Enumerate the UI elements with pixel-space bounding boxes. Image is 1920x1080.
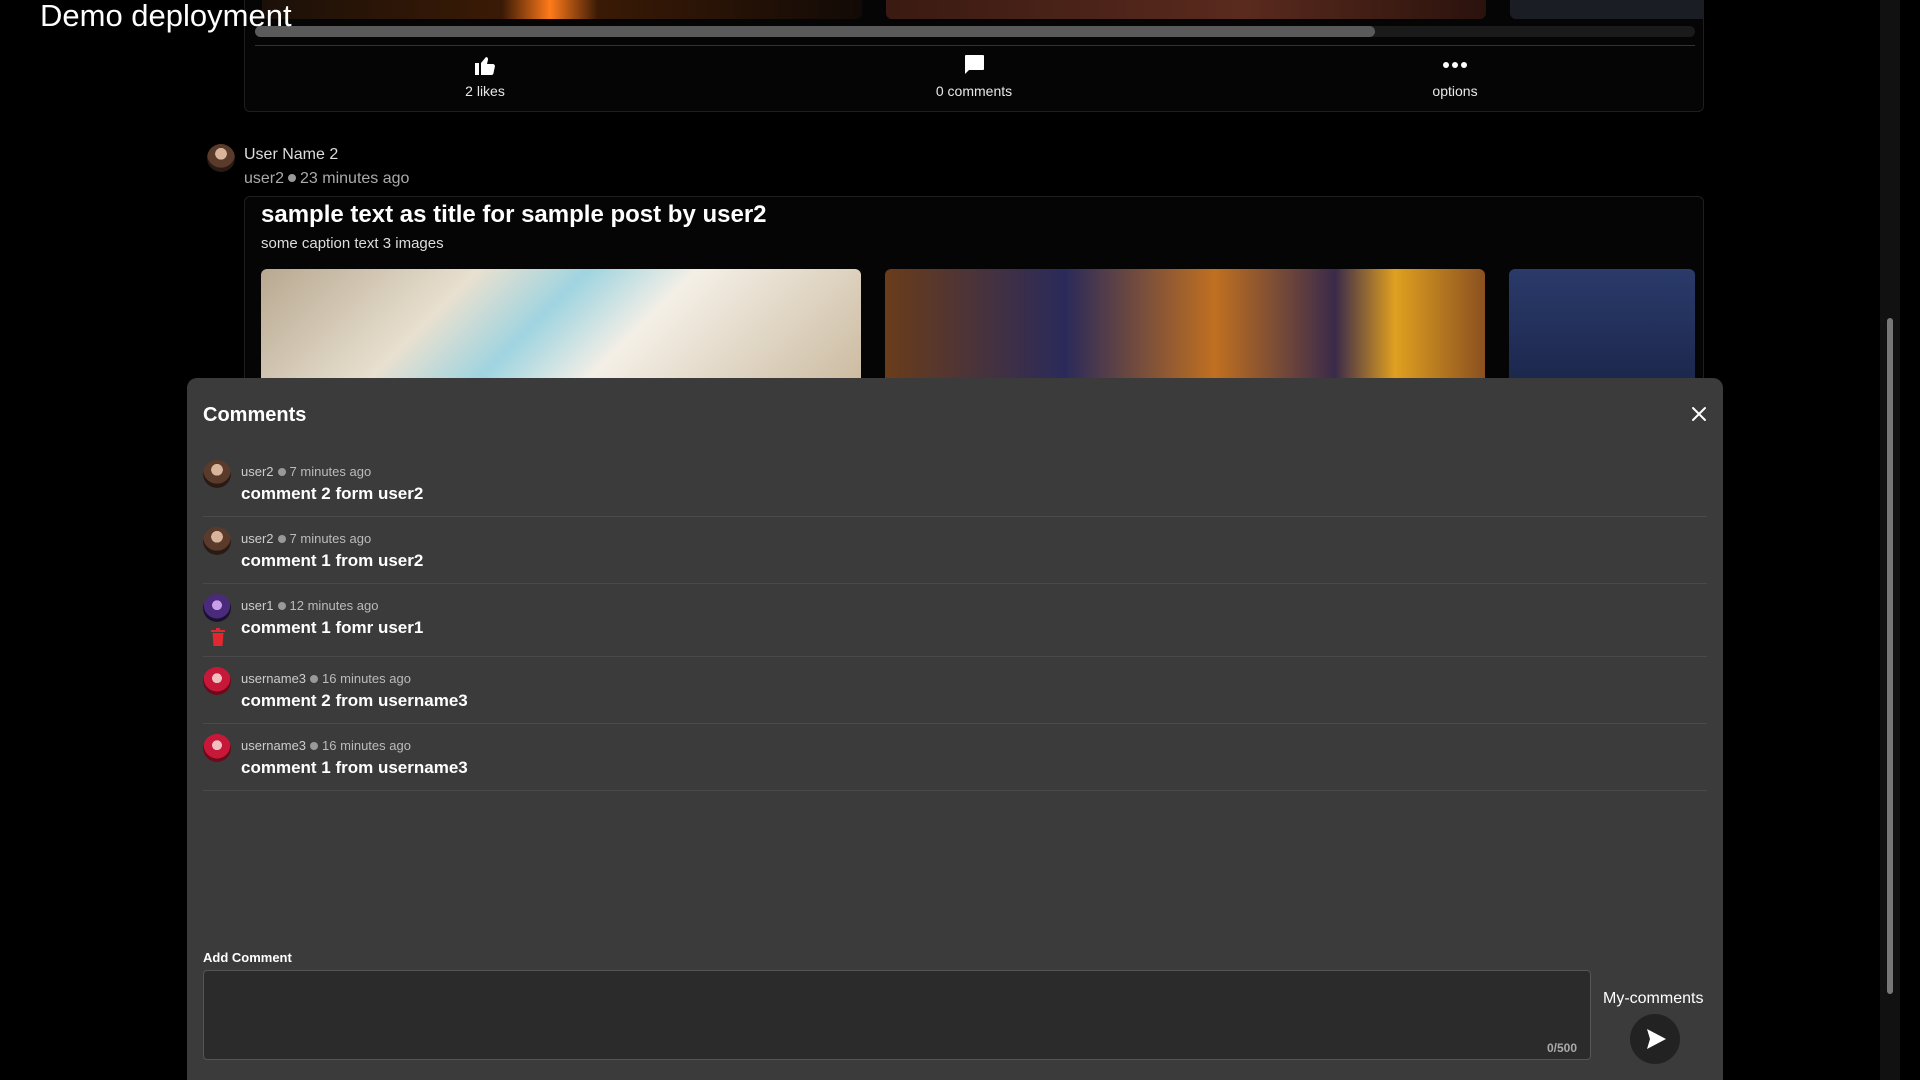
separator-dot bbox=[277, 601, 286, 610]
comment-time: 7 minutes ago bbox=[289, 464, 372, 479]
comment-meta: user2 7 minutes ago bbox=[241, 529, 1707, 549]
comment-item: user2 7 minutes ago comment 1 from user2 bbox=[203, 517, 1707, 584]
avatar[interactable] bbox=[203, 594, 231, 622]
likes-count: 2 likes bbox=[465, 83, 505, 99]
comment-input[interactable] bbox=[203, 970, 1591, 1060]
vertical-scrollbar-thumb[interactable] bbox=[1887, 318, 1893, 994]
comment-item: user2 7 minutes ago comment 2 form user2 bbox=[203, 450, 1707, 517]
comments-count: 0 comments bbox=[935, 83, 1013, 99]
comments-panel-title: Comments bbox=[203, 404, 307, 426]
comment-icon bbox=[965, 55, 984, 74]
comment-text: comment 1 from user2 bbox=[241, 551, 424, 570]
comment-text: comment 1 from username3 bbox=[241, 758, 468, 777]
separator-dot bbox=[310, 741, 319, 750]
avatar[interactable] bbox=[203, 460, 231, 488]
post-username[interactable]: user2 bbox=[244, 170, 284, 187]
send-button[interactable] bbox=[1630, 1014, 1680, 1064]
comment-time: 16 minutes ago bbox=[322, 671, 411, 686]
comment-item: username3 16 minutes ago comment 1 from us… bbox=[203, 724, 1707, 791]
post-time: 23 minutes ago bbox=[300, 170, 410, 187]
comment-text: comment 2 from username3 bbox=[241, 691, 468, 710]
separator-dot bbox=[277, 467, 286, 476]
post-image[interactable] bbox=[262, 0, 862, 19]
send-icon bbox=[1647, 1029, 1666, 1049]
close-icon[interactable] bbox=[1689, 404, 1709, 424]
comments-panel: Comments user2 7 minutes ago comment 2 for… bbox=[187, 378, 1723, 1080]
comment-username[interactable]: user2 bbox=[241, 464, 274, 479]
horizontal-scrollbar-thumb[interactable] bbox=[255, 26, 1375, 37]
avatar[interactable] bbox=[203, 527, 231, 555]
post-title: sample text as title for sample post by … bbox=[261, 201, 767, 228]
comment-username[interactable]: user1 bbox=[241, 598, 274, 613]
previous-post-image-strip[interactable] bbox=[262, 0, 1704, 19]
comment-meta: user1 12 minutes ago bbox=[241, 596, 1707, 616]
comment-username[interactable]: user2 bbox=[241, 531, 274, 546]
character-counter: 0/500 bbox=[1547, 1041, 1578, 1055]
post-image[interactable] bbox=[886, 0, 1486, 19]
comment-meta: username3 16 minutes ago bbox=[241, 736, 1707, 756]
post-caption: some caption text 3 images bbox=[261, 235, 444, 252]
vertical-scrollbar[interactable] bbox=[1880, 0, 1900, 1080]
like-button[interactable]: 2 likes bbox=[385, 53, 585, 99]
horizontal-scrollbar[interactable] bbox=[255, 26, 1695, 37]
comment-time: 16 minutes ago bbox=[322, 738, 411, 753]
comment-time: 12 minutes ago bbox=[289, 598, 379, 613]
separator-dot bbox=[288, 173, 297, 182]
post-card: sample text as title for sample post by … bbox=[244, 196, 1704, 398]
comment-meta: user2 7 minutes ago bbox=[241, 462, 1707, 482]
comment-text: comment 1 fomr user1 bbox=[241, 618, 424, 637]
comments-button[interactable]: 0 comments bbox=[874, 53, 1074, 99]
feed: Demo deployment 2 likes 0 comments optio… bbox=[0, 0, 1900, 1080]
separator-dot bbox=[277, 534, 286, 543]
options-label: options bbox=[1432, 83, 1478, 99]
avatar[interactable] bbox=[203, 734, 231, 762]
separator-dot bbox=[310, 674, 319, 683]
app-title: Demo deployment bbox=[40, 0, 292, 33]
previous-post-card: 2 likes 0 comments options bbox=[244, 0, 1704, 112]
comment-text: comment 2 form user2 bbox=[241, 484, 424, 503]
post-meta: user2 23 minutes ago bbox=[244, 170, 409, 188]
divider bbox=[255, 45, 1695, 46]
comment-username[interactable]: username3 bbox=[241, 738, 306, 753]
comment-meta: username3 16 minutes ago bbox=[241, 669, 1707, 689]
post-author-avatar[interactable] bbox=[207, 144, 235, 177]
trash-icon[interactable] bbox=[211, 628, 225, 646]
add-comment-label: Add Comment bbox=[203, 950, 292, 965]
thumbs-up-icon bbox=[475, 57, 495, 75]
avatar[interactable] bbox=[207, 144, 235, 172]
avatar[interactable] bbox=[203, 667, 231, 695]
comment-username[interactable]: username3 bbox=[241, 671, 306, 686]
options-button[interactable]: options bbox=[1355, 53, 1555, 99]
comments-list: user2 7 minutes ago comment 2 form user2 us… bbox=[203, 450, 1707, 791]
post-image[interactable] bbox=[1510, 0, 1704, 19]
comment-item: user1 12 minutes ago comment 1 fomr user1 bbox=[203, 584, 1707, 657]
comment-time: 7 minutes ago bbox=[289, 531, 372, 546]
my-comments-link[interactable]: My-comments bbox=[1603, 990, 1703, 1008]
comment-item: username3 16 minutes ago comment 2 from us… bbox=[203, 657, 1707, 724]
post-author-name[interactable]: User Name 2 bbox=[244, 146, 338, 164]
more-options-icon bbox=[1443, 62, 1467, 68]
